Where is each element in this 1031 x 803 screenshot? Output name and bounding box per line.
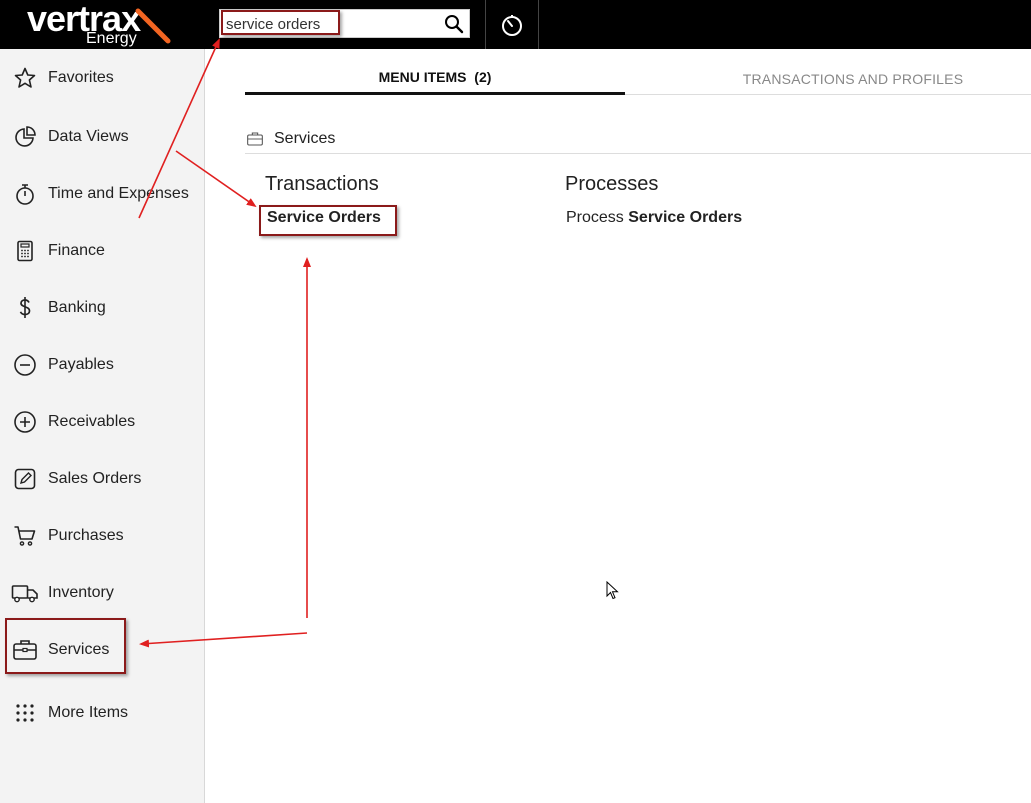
sidebar-item-label: Sales Orders <box>48 470 142 487</box>
sidebar-item-finance[interactable]: Finance <box>0 229 204 273</box>
search-highlight-box <box>221 10 340 35</box>
processes-heading: Processes <box>565 173 659 195</box>
sidebar-item-payables[interactable]: Payables <box>0 343 204 387</box>
transactions-heading: Transactions <box>265 173 379 195</box>
briefcase-icon <box>246 131 264 147</box>
sidebar-item-label: Finance <box>48 242 105 259</box>
sidebar-item-more-items[interactable]: More Items <box>0 691 204 735</box>
app-window: vertrax Energy Favorites <box>0 0 1031 803</box>
truck-icon <box>0 581 48 605</box>
sidebar-item-label: Favorites <box>48 69 114 86</box>
sidebar-item-purchases[interactable]: Purchases <box>0 514 204 558</box>
sidebar-item-label: Purchases <box>48 527 124 544</box>
vertrax-logo[interactable]: vertrax Energy <box>0 0 205 49</box>
tab-transactions-and-profiles[interactable]: TRANSACTIONS AND PROFILES <box>675 62 1031 95</box>
process-link-label: Service Orders <box>628 209 743 226</box>
logo-subtitle: Energy <box>86 30 137 47</box>
sidebar-item-label: Payables <box>48 356 114 373</box>
sidebar-item-banking[interactable]: Banking <box>0 286 204 330</box>
calculator-icon <box>0 239 48 263</box>
mouse-cursor-icon <box>606 581 619 600</box>
top-bar: vertrax Energy <box>0 0 1031 49</box>
recent-history-button[interactable] <box>485 0 539 49</box>
sidebar-item-label: Banking <box>48 299 106 316</box>
tab-menu-items[interactable]: MENU ITEMS (2) <box>245 62 625 95</box>
plus-circle-icon <box>0 410 48 434</box>
stopwatch-icon <box>0 182 48 206</box>
section-header-services: Services <box>245 124 1031 154</box>
logo-x-accent-icon <box>135 8 171 44</box>
sidebar-item-inventory[interactable]: Inventory <box>0 571 204 615</box>
sidebar-item-label: Time and Expenses <box>48 185 189 202</box>
minus-circle-icon <box>0 353 48 377</box>
sidebar-item-time-and-expenses[interactable]: Time and Expenses <box>0 172 204 216</box>
search-icon[interactable] <box>443 13 465 35</box>
timer-icon <box>502 14 522 36</box>
cart-icon <box>0 524 48 548</box>
sidebar-item-label: Data Views <box>48 128 129 145</box>
process-prefix: Process <box>566 209 629 226</box>
sidebar-item-sales-orders[interactable]: Sales Orders <box>0 457 204 501</box>
process-service-orders-link[interactable]: Process Service Orders <box>566 209 742 227</box>
sidebar-item-label: Inventory <box>48 584 114 601</box>
sidebar-item-favorites[interactable]: Favorites <box>0 56 204 100</box>
search-results-tabs: MENU ITEMS (2) TRANSACTIONS AND PROFILES <box>245 62 1031 95</box>
grid-dots-icon <box>0 701 48 725</box>
pie-chart-icon <box>0 125 48 149</box>
services-highlight-box <box>5 618 126 674</box>
sidebar-item-receivables[interactable]: Receivables <box>0 400 204 444</box>
sidebar-item-label: Receivables <box>48 413 136 430</box>
sidebar-item-label: More Items <box>48 704 129 721</box>
dollar-icon <box>0 295 48 321</box>
service-orders-highlight-box <box>259 205 397 236</box>
star-icon <box>0 66 48 90</box>
pencil-square-icon <box>0 467 48 491</box>
section-title: Services <box>274 129 336 147</box>
sidebar-nav: Favorites Data Views Time and Expenses F… <box>0 49 205 803</box>
sidebar-item-data-views[interactable]: Data Views <box>0 115 204 159</box>
